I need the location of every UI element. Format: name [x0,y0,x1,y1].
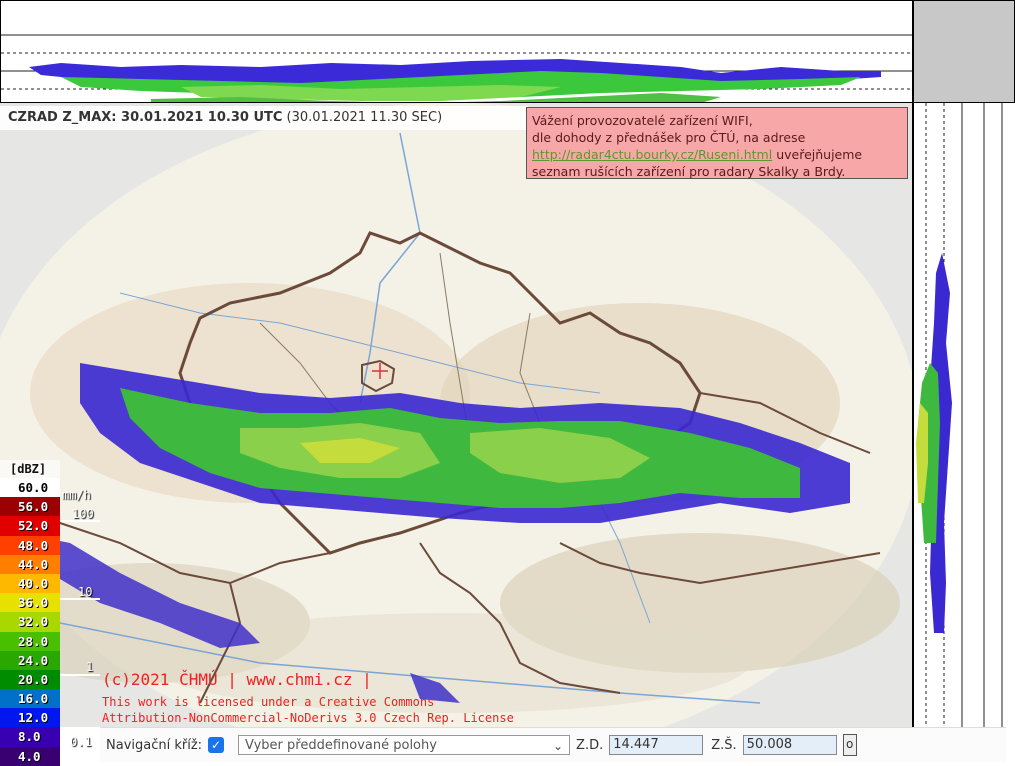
radar-map[interactable] [0,103,913,727]
corner-panel [913,0,1015,103]
rain-scale-label: 1 [86,660,94,674]
legend-item: 16.0 [0,689,60,709]
copyright-text: (c)2021 ČHMÚ | www.chmi.cz | [102,670,372,689]
side-cross-section-graph [916,103,1003,727]
license-line-2: Attribution-NonCommercial-NoDerivs 3.0 C… [102,711,514,725]
license-text: This work is licensed under a Creative C… [102,694,514,726]
notice-line-4: seznam rušících zařízení pro radary Skal… [532,164,846,179]
navigation-bar: Navigační kříž: ✓ Vyber předdefinované p… [100,727,1006,762]
legend-item: 36.0 [0,593,60,613]
longitude-input[interactable]: 14.447 [609,735,704,755]
nav-cross-label: Navigační kříž: [106,737,203,753]
radar-map-graphic [0,103,912,727]
rain-scale-label: 0.1 [70,735,92,749]
notice-line-2: dle dohody z přednášek pro ČTÚ, na adres… [532,130,806,145]
chevron-down-icon: ⌄ [552,739,564,753]
rain-scale-unit: mm/h [62,488,91,502]
top-cross-section-graph [1,34,912,102]
notice-link[interactable]: http://radar4ctu.bourky.cz/Ruseni.html [532,147,772,162]
go-button[interactable]: o [842,734,857,756]
legend-unit: [dBZ] [0,460,60,478]
latitude-label: Z.Š. [711,737,737,753]
rain-scale-label: 100 [72,507,94,521]
checkmark-icon: ✓ [211,738,222,752]
legend-item: 44.0 [0,554,60,574]
top-cross-section-panel [0,0,913,103]
legend-item: 4.0 [0,746,60,766]
latitude-input[interactable]: 50.008 [742,735,837,755]
legend-item: 12.0 [0,708,60,728]
wifi-notice: Vážení provozovatelé zařízení WIFI, dle … [526,107,908,179]
longitude-label: Z.D. [576,737,604,753]
legend-item: 20.0 [0,669,60,690]
legend-item: 40.0 [0,573,60,594]
legend-item: 52.0 [0,516,60,536]
rain-scale-label: 10 [78,585,93,599]
legend-item: 8.0 [0,727,60,747]
product-title: CZRAD Z_MAX: 30.01.2021 10.30 UTC [8,110,283,125]
legend-item: 24.0 [0,650,60,670]
license-line-1: This work is licensed under a Creative C… [102,695,435,709]
preset-location-value: Vyber předdefinované polohy [245,738,437,753]
product-title-bar: CZRAD Z_MAX: 30.01.2021 10.30 UTC (30.01… [0,106,528,130]
local-time: (30.01.2021 11.30 SEC) [286,110,443,125]
dbz-legend: [dBZ] 60.0 56.0 52.0 48.0 44.0 40.0 36.0… [0,460,100,766]
rain-scale-tick [60,674,100,676]
legend-item: 32.0 [0,612,60,632]
notice-line-1: Vážení provozovatelé zařízení WIFI, [532,113,753,128]
legend-item: 60.0 [0,478,60,498]
legend-item: 28.0 [0,631,60,651]
side-cross-section-panel [913,103,1015,727]
notice-line-3: uveřejňujeme [772,147,863,162]
legend-item: 48.0 [0,535,60,555]
legend-item: 56.0 [0,497,60,517]
preset-location-select[interactable]: Vyber předdefinované polohy ⌄ [238,735,571,755]
nav-cross-checkbox[interactable]: ✓ [208,737,225,753]
